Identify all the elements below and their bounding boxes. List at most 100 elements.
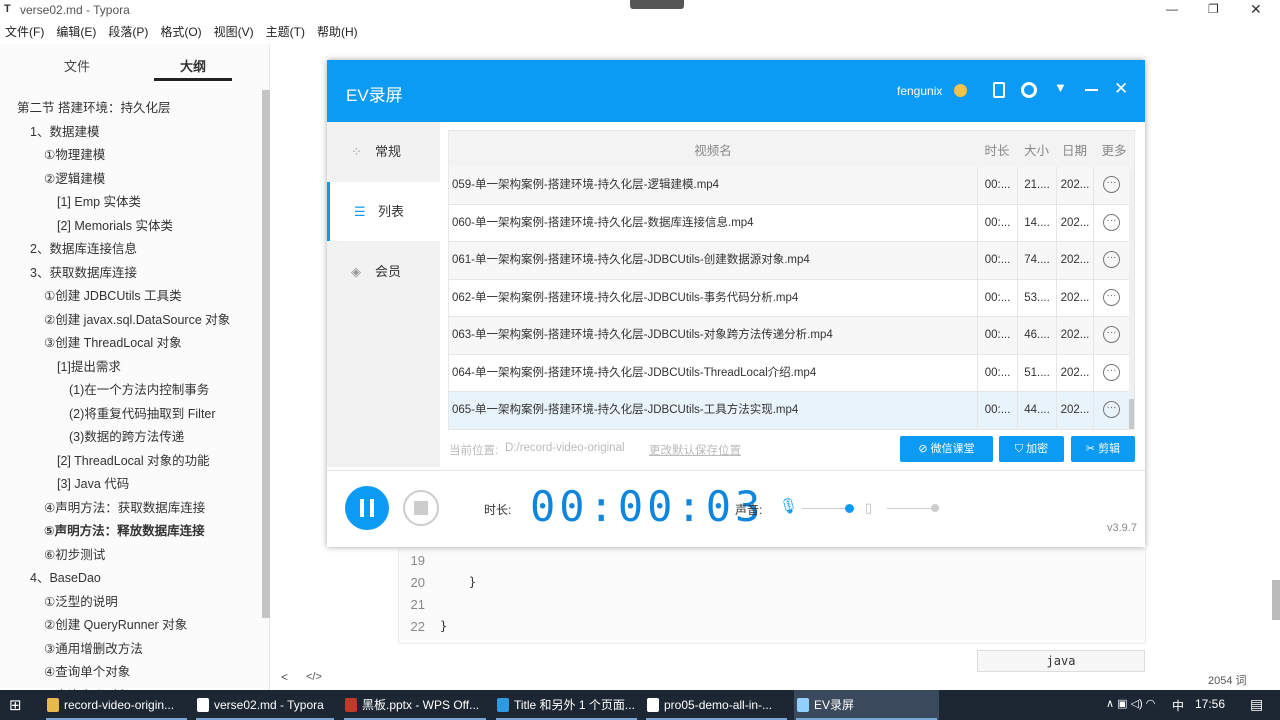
menu-theme[interactable]: 主题(T): [266, 21, 305, 43]
more-button[interactable]: ···: [1093, 167, 1129, 204]
more-button[interactable]: ···: [1093, 204, 1129, 242]
more-button[interactable]: ···: [1093, 279, 1129, 317]
outline-item[interactable]: ②逻辑建模: [44, 168, 105, 187]
tray-icons[interactable]: ∧ ▣ ◁) ◠: [1106, 697, 1155, 710]
speaker-icon[interactable]: ▯: [865, 500, 872, 516]
back-button[interactable]: <: [281, 670, 288, 684]
col-name[interactable]: 视频名: [449, 131, 977, 171]
menu-format[interactable]: 格式(O): [160, 21, 201, 43]
outline-item[interactable]: 2、数据库连接信息: [30, 238, 137, 257]
nav-list[interactable]: ☰ 列表: [327, 182, 440, 241]
taskbar-item[interactable]: verse02.md - Typora: [194, 690, 336, 720]
outline-item[interactable]: ④查询单个对象: [44, 661, 130, 680]
outline-item[interactable]: (2)将重复代码抽取到 Filter: [69, 403, 216, 422]
col-date[interactable]: 日期: [1056, 131, 1093, 171]
taskbar-item[interactable]: EV录屏: [794, 690, 939, 720]
taskbar-item[interactable]: pro05-demo-all-in-...: [644, 690, 789, 720]
outline-item[interactable]: [2] Memorials 实体类: [57, 215, 173, 234]
menu-file[interactable]: 文件(F): [5, 21, 44, 43]
more-button[interactable]: ···: [1093, 317, 1129, 354]
outline-item[interactable]: [3] Java 代码: [57, 473, 129, 492]
outline-item[interactable]: ⑤声明方法：释放数据库连接: [44, 520, 205, 539]
table-row[interactable]: 065-单一架构案例-搭建环境-持久化层-JDBCUtils-工具方法实现.mp…: [449, 392, 1129, 429]
settings-icon[interactable]: [1021, 82, 1037, 98]
dropdown-menu-icon[interactable]: ▼: [1054, 80, 1067, 95]
code-line[interactable]: }: [440, 575, 476, 589]
outline-item[interactable]: 第二节 搭建环境：持久化层: [17, 97, 170, 116]
table-row[interactable]: 059-单一架构案例-搭建环境-持久化层-逻辑建模.mp4 00:... 21...…: [449, 167, 1129, 205]
tab-outline[interactable]: 大纲: [180, 56, 206, 75]
tab-files[interactable]: 文件: [64, 56, 90, 75]
menu-edit[interactable]: 编辑(E): [56, 21, 96, 43]
menu-help[interactable]: 帮助(H): [317, 21, 358, 43]
col-size[interactable]: 大小: [1017, 131, 1056, 171]
table-row[interactable]: 063-单一架构案例-搭建环境-持久化层-JDBCUtils-对象跨方法传递分析…: [449, 317, 1129, 355]
drag-handle[interactable]: [630, 0, 684, 9]
maximize-button[interactable]: ❐: [1208, 2, 1219, 16]
menu-view[interactable]: 视图(V): [214, 21, 254, 43]
outline-item[interactable]: ③通用增删改方法: [44, 638, 143, 657]
outline-item[interactable]: [1] Emp 实体类: [57, 191, 141, 210]
table-scrollbar[interactable]: [1129, 171, 1134, 429]
clock[interactable]: 17:56: [1195, 697, 1225, 711]
change-path-link[interactable]: 更改默认保存位置: [649, 442, 741, 458]
notification-icon[interactable]: ▤: [1250, 696, 1263, 713]
outline-item[interactable]: ①创建 JDBCUtils 工具类: [44, 285, 182, 304]
nav-member[interactable]: ◈ 会员: [327, 242, 440, 301]
minimize-icon[interactable]: [1085, 89, 1098, 91]
code-language-field[interactable]: java: [977, 650, 1145, 672]
speaker-volume-slider[interactable]: [887, 508, 935, 509]
taskbar-item[interactable]: Title 和另外 1 个页面...: [494, 690, 639, 720]
col-duration[interactable]: 时长: [977, 131, 1017, 171]
close-icon[interactable]: ✕: [1114, 79, 1128, 99]
nav-general[interactable]: ⁘ 常规: [327, 122, 440, 181]
outline-item[interactable]: 1、数据建模: [30, 121, 99, 140]
outline-item[interactable]: ②创建 javax.sql.DataSource 对象: [44, 309, 230, 328]
outline-item[interactable]: ②创建 QueryRunner 对象: [44, 614, 187, 633]
table-row[interactable]: 060-单一架构案例-搭建环境-持久化层-数据库连接信息.mp4 00:... 14…: [449, 204, 1129, 242]
divider: [327, 470, 1145, 471]
sound-label: 声音:: [735, 503, 763, 517]
taskbar-item[interactable]: 黑板.pptx - WPS Off...: [342, 690, 488, 720]
sidebar-scrollbar[interactable]: [262, 90, 270, 618]
more-button[interactable]: ···: [1093, 242, 1129, 279]
cell-size: 74....: [1017, 242, 1056, 279]
minimize-button[interactable]: —: [1166, 2, 1178, 16]
more-button[interactable]: ···: [1093, 392, 1129, 429]
start-button[interactable]: ⊞: [9, 696, 22, 714]
speaker-slider-handle[interactable]: [931, 504, 939, 512]
table-row[interactable]: 061-单一架构案例-搭建环境-持久化层-JDBCUtils-创建数据源对象.m…: [449, 242, 1129, 280]
mic-slider-handle[interactable]: [845, 504, 854, 513]
table-row[interactable]: 064-单一架构案例-搭建环境-持久化层-JDBCUtils-ThreadLoc…: [449, 354, 1129, 392]
outline-item[interactable]: (1)在一个方法内控制事务: [69, 379, 209, 398]
outline-item[interactable]: ①物理建模: [44, 144, 105, 163]
mobile-icon[interactable]: [993, 82, 1005, 98]
menu-paragraph[interactable]: 段落(P): [108, 21, 148, 43]
editor-scrollbar[interactable]: [1272, 580, 1280, 620]
outline-item[interactable]: ③创建 ThreadLocal 对象: [44, 332, 182, 351]
edit-button[interactable]: ✂ 剪辑: [1071, 436, 1135, 462]
outline-item[interactable]: 3、获取数据库连接: [30, 262, 137, 281]
outline-item[interactable]: [1]提出需求: [57, 356, 121, 375]
outline-item[interactable]: [2] ThreadLocal 对象的功能: [57, 450, 210, 469]
code-block: [398, 548, 1146, 644]
outline-item[interactable]: ④声明方法：获取数据库连接: [44, 497, 205, 516]
outline-item[interactable]: ⑥初步测试: [44, 544, 105, 563]
outline-item[interactable]: 4、BaseDao: [30, 567, 101, 586]
encrypt-button[interactable]: ⛉ 加密: [999, 436, 1064, 462]
ime-indicator[interactable]: 中: [1172, 697, 1184, 714]
stop-button[interactable]: [403, 490, 439, 526]
table-row[interactable]: 062-单一架构案例-搭建环境-持久化层-JDBCUtils-事务代码分析.mp…: [449, 279, 1129, 317]
more-button[interactable]: ···: [1093, 354, 1129, 392]
taskbar-item[interactable]: record-video-origin...: [44, 690, 189, 720]
outline-item[interactable]: ①泛型的说明: [44, 591, 118, 610]
microphone-icon[interactable]: 🎙: [779, 497, 798, 515]
mic-volume-slider[interactable]: [802, 508, 850, 509]
code-line[interactable]: }: [440, 619, 447, 633]
pause-button[interactable]: [345, 486, 389, 530]
source-mode-toggle[interactable]: </>: [306, 671, 322, 683]
username[interactable]: fengunix: [897, 84, 942, 98]
close-button[interactable]: ✕: [1250, 1, 1262, 18]
wechat-class-button[interactable]: ⊘ 微信课堂: [900, 436, 993, 462]
outline-item[interactable]: (3)数据的跨方法传递: [69, 426, 184, 445]
